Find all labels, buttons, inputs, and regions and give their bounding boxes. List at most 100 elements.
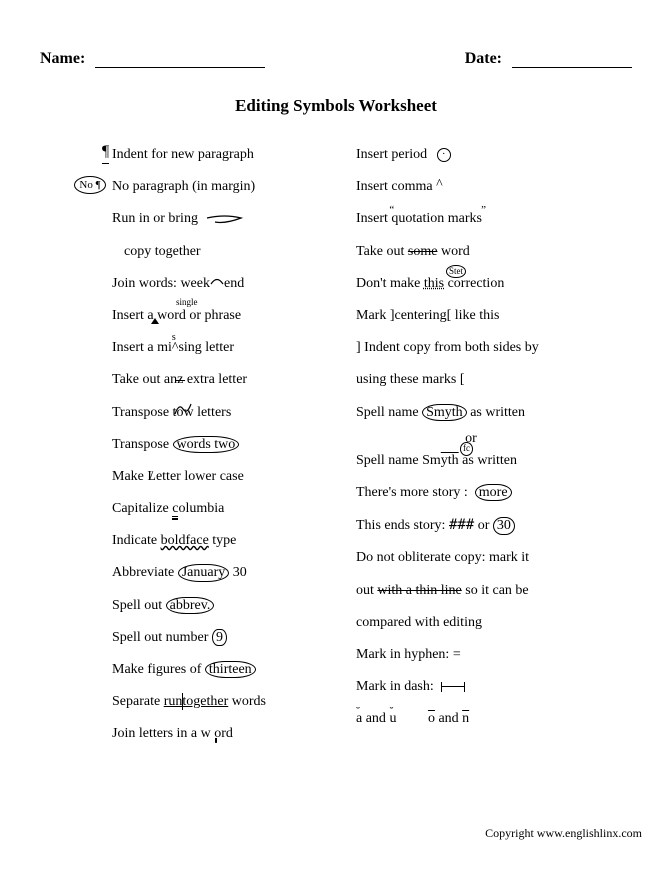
oval-mark-icon: words two — [173, 436, 240, 453]
left-column: ¶ Indent for new paragraph No ¶ No parag… — [86, 146, 316, 758]
item-abbreviate: Abbreviate January 30 — [86, 564, 316, 582]
item-lowercase: Make Letter lower case — [86, 468, 316, 486]
bring-curve-icon — [205, 212, 245, 226]
item-hyphen: Mark in hyphen: = — [356, 646, 586, 664]
item-join-words: Join words: weekend — [86, 275, 316, 293]
wavy-underline-icon: boldface — [161, 533, 209, 548]
dotted-underline-icon: this — [424, 276, 444, 291]
caret-letter-icon: s^ — [172, 340, 179, 355]
item-text: using these marks [ — [356, 372, 464, 387]
item-join-letters: Join letters in a w ord — [86, 725, 316, 743]
item-insert-word: single Insert a word or phrase — [86, 307, 316, 325]
item-insert-comma: Insert comma — [356, 178, 586, 196]
item-spell-name-2: fc Spell name Smyth as written — [356, 452, 586, 470]
item-insert-letter: Insert a mis^sing letter — [86, 339, 316, 357]
single-annotation: single — [176, 297, 198, 309]
copyright-text: Copyright www.englishlinx.com — [485, 826, 642, 841]
name-label: Name: — [40, 50, 85, 67]
separate-mark-icon: runtogether — [164, 694, 229, 709]
item-text: ] Indent copy from both sides by — [356, 340, 539, 355]
item-stet: Stet Don't make this correction — [356, 275, 586, 293]
item-spell-name-1: Spell name Smyth as written — [356, 404, 586, 422]
name-field: Name: — [40, 50, 265, 68]
period-circle-icon: · — [437, 148, 451, 162]
item-more-story: There's more story : more — [356, 484, 586, 502]
item-transpose-letters: Transpose tow letters — [86, 404, 316, 422]
no-pilcrow-icon: No ¶ — [74, 176, 106, 194]
oval-mark-icon: 30 — [493, 517, 515, 534]
breve-icon: u — [389, 711, 396, 726]
item-indent-both-2: using these marks [ — [356, 371, 586, 389]
item-copy-together: copy together — [86, 243, 316, 261]
macron-icon: o — [428, 711, 435, 726]
paragraph-mark-icon: ¶ — [102, 142, 109, 164]
date-blank-line[interactable] — [512, 53, 632, 68]
item-run-in-bring: Run in or bring — [86, 210, 316, 228]
caret-icon — [154, 308, 158, 323]
oval-mark-icon: 9 — [212, 629, 227, 646]
item-text: Run in or bring — [112, 211, 198, 226]
quote-mark-icon: quotation marks — [391, 211, 482, 226]
item-centering: Mark ]centering[ like this — [356, 307, 586, 325]
item-text: Mark ]centering[ like this — [356, 308, 499, 323]
item-text: Do not obliterate copy: mark it — [356, 550, 529, 565]
date-label: Date: — [465, 50, 502, 67]
item-ends-story: This ends story: ### or 30 — [356, 516, 586, 535]
item-text: No paragraph (in margin) — [112, 179, 255, 194]
item-indent-paragraph: ¶ Indent for new paragraph — [86, 146, 316, 164]
oval-mark-icon: Smyth — [422, 404, 467, 421]
overline-icon: yth — [441, 453, 459, 468]
item-no-paragraph: No ¶ No paragraph (in margin) — [86, 178, 316, 196]
item-make-figures: Make figures of thirteen — [86, 661, 316, 679]
oval-mark-icon: more — [475, 484, 512, 501]
worksheet-title: Editing Symbols Worksheet — [30, 96, 642, 116]
item-insert-period: Insert period · — [356, 146, 586, 164]
header-row: Name: Date: — [30, 50, 642, 68]
item-indent-both-1: ] Indent copy from both sides by — [356, 339, 586, 357]
item-separate-words: Separate runtogether words — [86, 693, 316, 711]
item-capitalize: Capitalize columbia — [86, 500, 316, 518]
item-text: compared with editing — [356, 615, 482, 630]
item-text: Mark in hyphen: = — [356, 647, 461, 662]
item-spell-out-abbrev: Spell out abbrev. — [86, 597, 316, 615]
item-spell-out-number: Spell out number 9 — [86, 629, 316, 647]
transpose-mark-icon: ow — [176, 404, 193, 422]
item-obliterate-3: compared with editing — [356, 614, 586, 632]
item-diacritics: a and u o and n — [356, 710, 586, 728]
right-column: Insert period · Insert comma Insert quot… — [356, 146, 586, 758]
date-field: Date: — [465, 50, 632, 68]
content-columns: ¶ Indent for new paragraph No ¶ No parag… — [30, 146, 642, 758]
item-boldface: Indicate boldface type — [86, 532, 316, 550]
join-curve-icon: o — [211, 726, 222, 741]
triple-underline-icon: c — [172, 501, 178, 519]
item-text: There's more story : — [356, 485, 468, 500]
item-text: Insert comma — [356, 179, 433, 194]
stet-annotation: Stet — [446, 265, 466, 279]
item-text: Indent for new paragraph — [112, 147, 254, 162]
item-transpose-words: Transpose words two — [86, 436, 316, 454]
oval-mark-icon: January — [178, 564, 230, 581]
item-take-out-word: Take out some word — [356, 243, 586, 261]
item-text: copy together — [124, 244, 201, 259]
hash-icon: ### — [449, 517, 474, 533]
delete-mark-icon: z — [177, 372, 183, 387]
join-arc-icon — [210, 275, 224, 285]
item-take-out-letter: Take out anz extra letter — [86, 371, 316, 389]
oval-mark-icon: abbrev. — [166, 597, 215, 614]
macron-icon: n — [462, 711, 469, 726]
item-insert-quotes: Insert quotation marks — [356, 210, 586, 228]
item-text: Insert period — [356, 147, 427, 162]
item-obliterate-1: Do not obliterate copy: mark it — [356, 549, 586, 567]
item-dash: Mark in dash: — [356, 678, 586, 696]
slash-mark-icon: L — [147, 469, 156, 484]
fc-annotation: fc — [460, 442, 473, 456]
item-obliterate-2: out with a thin line so it can be — [356, 582, 586, 600]
name-blank-line[interactable] — [95, 53, 265, 68]
item-text: Mark in dash: — [356, 679, 434, 694]
dash-mark-icon — [441, 686, 465, 687]
thin-line-strike-icon: with a thin line — [377, 583, 461, 598]
worksheet-page: Name: Date: Editing Symbols Worksheet ¶ … — [0, 0, 672, 869]
strikethrough-icon: some — [408, 244, 438, 259]
oval-mark-icon: thirteen — [205, 661, 256, 678]
breve-icon: a — [356, 711, 362, 726]
